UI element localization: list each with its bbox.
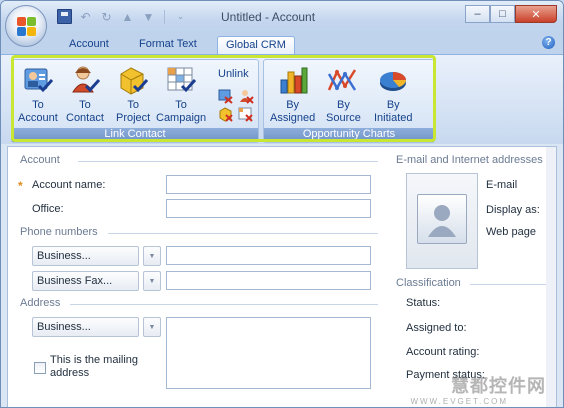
by-source-line1: By bbox=[337, 99, 350, 111]
window-title: Untitled - Account bbox=[221, 10, 316, 24]
pie-chart-icon bbox=[380, 72, 407, 91]
title-bar: ↶ ↻ ▲ ▼ ⌄ Untitled - Account – □ ✕ bbox=[1, 1, 563, 33]
to-account-line2: Account bbox=[18, 112, 58, 124]
account-section-title: Account bbox=[20, 154, 60, 166]
close-button[interactable]: ✕ bbox=[515, 5, 557, 23]
unlink-account-icon[interactable] bbox=[218, 88, 234, 104]
ribbon-tab-row: Account Format Text Global CRM bbox=[1, 33, 563, 54]
account-name-input[interactable] bbox=[166, 175, 371, 194]
mailing-address-checkbox[interactable] bbox=[34, 362, 46, 374]
address-type-button[interactable]: Business... bbox=[32, 317, 139, 337]
qat-separator bbox=[164, 9, 165, 24]
unlink-contact-icon[interactable] bbox=[238, 88, 254, 104]
unlink-campaign-icon[interactable] bbox=[238, 106, 254, 122]
email-section-title: E-mail and Internet addresses bbox=[396, 154, 543, 166]
down-arrow-icon[interactable]: ▼ bbox=[141, 9, 156, 24]
office-input[interactable] bbox=[166, 199, 371, 218]
window-controls: – □ ✕ bbox=[465, 5, 557, 23]
phone1-dropdown-icon[interactable]: ▼ bbox=[143, 246, 161, 266]
web-page-label[interactable]: Web page bbox=[486, 226, 536, 238]
unlink-project-icon[interactable] bbox=[218, 106, 234, 122]
account-card-icon bbox=[24, 68, 53, 93]
address-section-line bbox=[70, 304, 378, 305]
bar-chart-icon bbox=[280, 67, 308, 94]
phone2-type-button[interactable]: Business Fax... bbox=[32, 271, 139, 291]
account-name-label: Account name: bbox=[32, 179, 106, 191]
to-account-line1: To bbox=[32, 99, 44, 111]
account-form: Account * Account name: Office: Phone nu… bbox=[7, 146, 557, 407]
by-assigned-button[interactable]: By Assigned bbox=[270, 64, 315, 125]
by-initiated-line2: Initiated bbox=[374, 112, 413, 124]
contact-photo-button[interactable] bbox=[406, 173, 478, 269]
line-chart-icon bbox=[328, 69, 357, 91]
project-cube-icon bbox=[120, 67, 149, 95]
tab-format-text[interactable]: Format Text bbox=[131, 36, 205, 54]
to-campaign-line2: Campaign bbox=[156, 112, 207, 124]
address-textarea[interactable] bbox=[166, 317, 371, 389]
ribbon: To Account To Contact To Project To Camp… bbox=[1, 54, 563, 144]
link-contact-group-label: Link Contact bbox=[12, 128, 258, 142]
email-label[interactable]: E-mail bbox=[486, 179, 517, 191]
campaign-grid-icon bbox=[167, 67, 197, 93]
account-section-line bbox=[78, 161, 378, 162]
tab-global-crm[interactable]: Global CRM bbox=[217, 36, 295, 54]
classification-section-title: Classification bbox=[396, 277, 461, 289]
opportunity-charts-group: By Assigned By Source By Initiated Oppor… bbox=[263, 59, 435, 143]
to-campaign-button[interactable]: To Campaign bbox=[156, 64, 206, 125]
minimize-button[interactable]: – bbox=[465, 5, 490, 23]
phone-section-title: Phone numbers bbox=[20, 226, 98, 238]
tab-account[interactable]: Account bbox=[61, 36, 117, 54]
address-section-title: Address bbox=[20, 297, 61, 309]
by-source-line2: Source bbox=[326, 112, 361, 124]
account-rating-label: Account rating: bbox=[406, 346, 480, 358]
to-project-line2: Project bbox=[116, 112, 151, 124]
opportunity-charts-group-label: Opportunity Charts bbox=[264, 128, 434, 142]
to-project-line1: To bbox=[127, 99, 139, 111]
by-assigned-line1: By bbox=[286, 99, 300, 111]
phone1-type-button[interactable]: Business... bbox=[32, 246, 139, 266]
help-icon[interactable]: ? bbox=[542, 36, 555, 49]
maximize-button[interactable]: □ bbox=[490, 5, 515, 23]
outlook-window: ↶ ↻ ▲ ▼ ⌄ Untitled - Account – □ ✕ Accou… bbox=[0, 0, 564, 408]
contact-silhouette-icon bbox=[428, 205, 456, 237]
address-dropdown-icon[interactable]: ▼ bbox=[143, 317, 161, 337]
to-account-button[interactable]: To Account bbox=[18, 64, 58, 125]
up-arrow-icon[interactable]: ▲ bbox=[120, 9, 135, 24]
classification-section-line bbox=[470, 284, 548, 285]
watermark-url: WWW.EVGET.COM bbox=[410, 397, 508, 406]
phone-section-line bbox=[108, 233, 378, 234]
mailing-address-label: This is the mailing address bbox=[50, 354, 139, 379]
to-campaign-line1: To bbox=[175, 99, 187, 111]
by-initiated-line1: By bbox=[386, 99, 400, 111]
required-asterisk-icon: * bbox=[18, 179, 23, 193]
by-assigned-line2: Assigned bbox=[270, 112, 316, 124]
display-as-label: Display as: bbox=[486, 204, 540, 216]
undo-icon[interactable]: ↶ bbox=[78, 9, 93, 24]
office-label: Office: bbox=[32, 203, 64, 215]
form-scrollbar[interactable] bbox=[546, 147, 556, 407]
to-contact-button[interactable]: To Contact bbox=[66, 64, 104, 125]
office-logo-icon bbox=[17, 17, 37, 37]
unlink-label: Unlink bbox=[218, 68, 249, 80]
phone1-input[interactable] bbox=[166, 246, 371, 265]
phone2-dropdown-icon[interactable]: ▼ bbox=[143, 271, 161, 291]
office-button[interactable] bbox=[5, 5, 47, 47]
to-project-button[interactable]: To Project bbox=[116, 64, 150, 125]
watermark-text: 慧都控件网 bbox=[451, 376, 546, 396]
by-source-button[interactable]: By Source bbox=[326, 64, 361, 125]
customize-qat-icon[interactable]: ⌄ bbox=[173, 9, 188, 24]
status-label: Status: bbox=[406, 297, 441, 309]
assigned-to-label: Assigned to: bbox=[406, 322, 467, 334]
quick-access-toolbar: ↶ ↻ ▲ ▼ ⌄ bbox=[57, 9, 188, 24]
redo-icon[interactable]: ↻ bbox=[99, 9, 114, 24]
save-icon[interactable] bbox=[57, 9, 72, 24]
to-contact-line2: Contact bbox=[66, 112, 104, 124]
by-initiated-button[interactable]: By Initiated bbox=[374, 64, 413, 125]
phone2-input[interactable] bbox=[166, 271, 371, 290]
contact-person-icon bbox=[72, 66, 101, 93]
to-contact-line1: To bbox=[79, 99, 91, 111]
link-contact-group: To Account To Contact To Project To Camp… bbox=[11, 59, 259, 143]
contact-photo-frame bbox=[417, 194, 467, 244]
